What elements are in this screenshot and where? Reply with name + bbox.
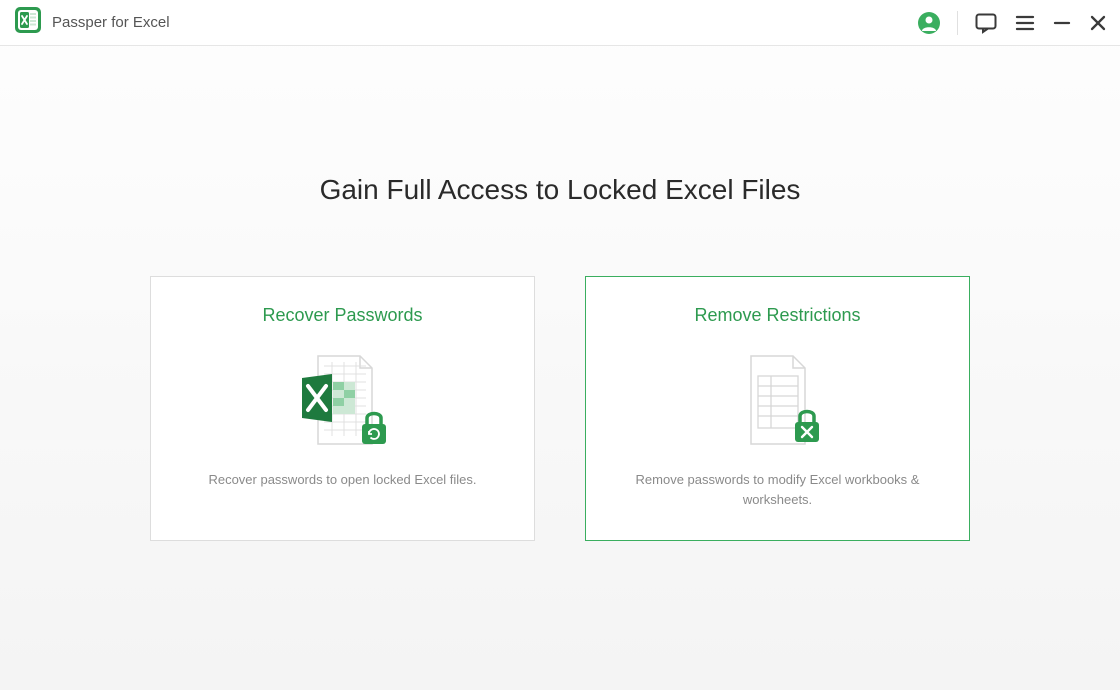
close-icon[interactable]: [1088, 13, 1108, 33]
feedback-icon[interactable]: [974, 11, 998, 35]
minimize-icon[interactable]: [1052, 13, 1072, 33]
titlebar-right: [917, 11, 1108, 35]
remove-restrictions-title: Remove Restrictions: [694, 305, 860, 326]
recover-passwords-icon: [288, 352, 398, 450]
titlebar-separator: [957, 11, 958, 35]
account-icon[interactable]: [917, 11, 941, 35]
app-logo-icon: [14, 6, 42, 39]
recover-passwords-desc: Recover passwords to open locked Excel f…: [208, 470, 476, 490]
titlebar: Passper for Excel: [0, 0, 1120, 46]
menu-icon[interactable]: [1014, 12, 1036, 34]
recover-passwords-card[interactable]: Recover Passwords: [150, 276, 535, 541]
remove-restrictions-card[interactable]: Remove Restrictions: [585, 276, 970, 541]
main-content: Gain Full Access to Locked Excel Files R…: [0, 46, 1120, 541]
app-title: Passper for Excel: [52, 14, 170, 31]
main-heading: Gain Full Access to Locked Excel Files: [0, 174, 1120, 206]
remove-restrictions-desc: Remove passwords to modify Excel workboo…: [618, 470, 938, 509]
titlebar-left: Passper for Excel: [14, 6, 170, 39]
recover-passwords-title: Recover Passwords: [262, 305, 422, 326]
remove-restrictions-icon: [723, 352, 833, 450]
option-cards: Recover Passwords: [0, 276, 1120, 541]
